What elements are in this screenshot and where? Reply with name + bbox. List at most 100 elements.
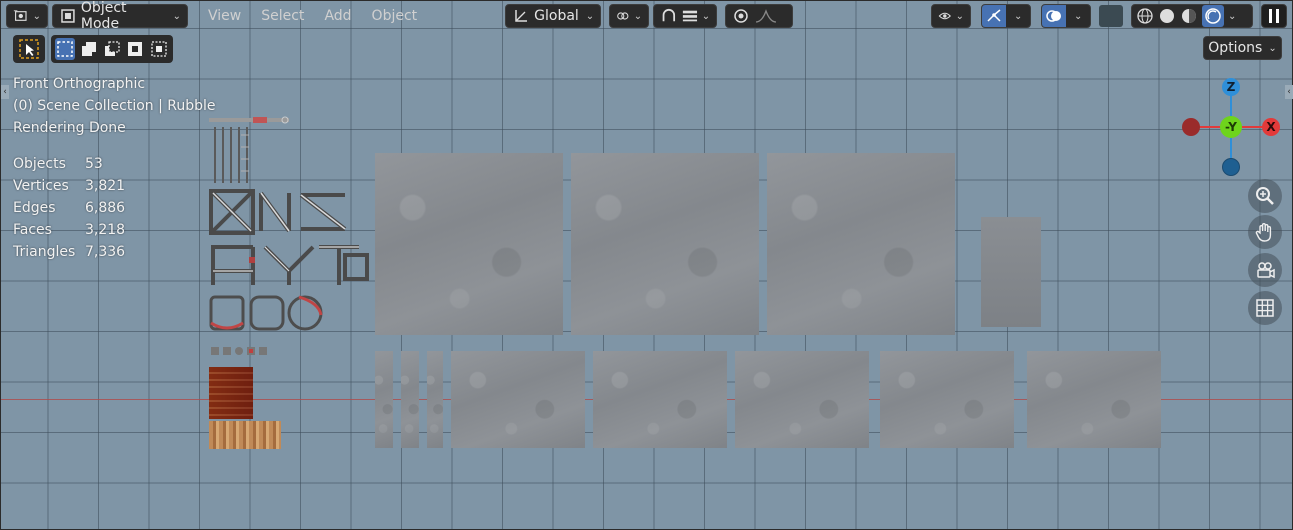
3d-viewport[interactable]: ‹ ‹ Front Orthographic (0) Scene Collect… — [0, 0, 1293, 530]
select-extend-button[interactable] — [78, 38, 98, 60]
snap-dropdown[interactable]: ⌄ — [653, 4, 718, 28]
wood-texture — [209, 421, 281, 449]
gizmo-neg-y-ball[interactable]: -Y — [1220, 116, 1242, 138]
select-extend-icon — [81, 42, 96, 56]
menu-object[interactable]: Object — [364, 4, 426, 28]
stat-value-vertices: 3,821 — [85, 178, 126, 194]
orientation-label: Global — [534, 8, 579, 24]
concrete-plane-3 — [767, 153, 955, 335]
options-label: Options — [1208, 40, 1263, 56]
snap-increment-icon — [682, 10, 697, 22]
grid-icon — [1256, 299, 1274, 317]
proportional-edit-dropdown[interactable] — [725, 4, 794, 28]
select-new-icon — [57, 41, 73, 57]
stat-value-faces: 3,218 — [85, 222, 126, 238]
sidebar-expand-arrow[interactable]: ‹ — [1285, 85, 1293, 99]
xray-toggle[interactable] — [1099, 5, 1123, 27]
concrete-plane-4 — [451, 351, 585, 448]
menu-select[interactable]: Select — [253, 4, 312, 28]
zoom-button[interactable] — [1248, 179, 1282, 213]
object-mode-icon — [61, 9, 75, 23]
editor-type-button[interactable]: ⌄ — [6, 4, 48, 28]
pivot-point-icon — [617, 12, 629, 20]
select-intersect-button[interactable] — [149, 38, 169, 60]
pivot-point-dropdown[interactable]: ⌄ — [609, 4, 650, 28]
pause-render-button[interactable] — [1261, 4, 1287, 28]
shading-mode-group[interactable]: ⌄ — [1131, 4, 1253, 28]
concrete-plane-7 — [880, 351, 1014, 448]
gizmo-toggle[interactable] — [982, 5, 1006, 27]
concrete-plane-5 — [593, 351, 727, 448]
pan-button[interactable] — [1248, 215, 1282, 249]
collection-name: (0) Scene Collection | Rubble — [13, 98, 216, 114]
overlay-toggle[interactable] — [1042, 5, 1066, 27]
material-shading-icon[interactable] — [1180, 7, 1198, 25]
concrete-strip-1 — [375, 351, 393, 448]
gizmo-icon — [987, 9, 1001, 22]
visibility-dropdown[interactable]: ⌄ — [931, 4, 971, 28]
truss-texture-row-2 — [209, 241, 371, 287]
stat-label-triangles: Triangles — [13, 244, 76, 260]
proportional-edit-icon — [734, 9, 748, 23]
object-mode-label: Object Mode — [80, 0, 127, 32]
gizmo-neg-x-ball[interactable] — [1182, 118, 1200, 136]
view-name: Front Orthographic — [13, 76, 146, 92]
pause-icon — [1269, 9, 1279, 23]
menu-view[interactable]: View — [200, 4, 249, 28]
stat-value-objects: 53 — [85, 156, 103, 172]
gizmo-toggle-group[interactable]: ⌄ — [981, 4, 1031, 28]
solid-shading-icon[interactable] — [1158, 7, 1176, 25]
camera-icon — [1257, 262, 1275, 279]
small-parts-texture — [209, 343, 273, 359]
brick-texture — [209, 367, 253, 419]
gizmo-neg-z-ball[interactable] — [1222, 158, 1240, 176]
render-status: Rendering Done — [13, 120, 126, 136]
stat-label-faces: Faces — [13, 222, 52, 238]
trim-sheet-strip — [209, 113, 293, 124]
rendered-shading-icon — [1205, 8, 1221, 24]
concrete-plane-8 — [1027, 351, 1161, 448]
select-invert-button[interactable] — [125, 38, 145, 60]
concrete-strip-3 — [427, 351, 443, 448]
stat-label-objects: Objects — [13, 156, 66, 172]
stat-value-edges: 6,886 — [85, 200, 126, 216]
toolbar-expand-arrow[interactable]: ‹ — [1, 85, 9, 99]
concrete-plane-2 — [571, 153, 759, 335]
stat-label-vertices: Vertices — [13, 178, 69, 194]
select-intersect-icon — [151, 41, 167, 57]
visibility-icon — [938, 12, 951, 20]
concrete-plane-1 — [375, 153, 563, 335]
gizmo-x-ball[interactable]: X — [1262, 118, 1280, 136]
selection-mode-group — [51, 35, 173, 63]
select-subtract-icon — [105, 41, 120, 56]
truss-texture-row-1 — [209, 189, 349, 235]
snap-icon — [662, 9, 676, 22]
concrete-plane-small — [981, 217, 1041, 327]
ortho-toggle-button[interactable] — [1248, 291, 1282, 325]
camera-view-button[interactable] — [1248, 253, 1282, 287]
object-mode-dropdown[interactable]: Object Mode ⌄ — [52, 0, 188, 32]
select-new-button[interactable] — [55, 38, 76, 60]
select-tool-icon — [19, 39, 39, 59]
ring-texture — [209, 293, 325, 333]
active-tool-button[interactable] — [13, 35, 45, 63]
stat-label-edges: Edges — [13, 200, 56, 216]
zoom-icon — [1256, 187, 1274, 205]
falloff-icon — [756, 9, 777, 23]
hand-icon — [1255, 223, 1272, 242]
wireframe-shading-icon[interactable] — [1136, 7, 1154, 25]
rendered-shading-button[interactable] — [1202, 5, 1224, 27]
select-subtract-button[interactable] — [102, 38, 122, 60]
options-dropdown[interactable]: Options ⌄ — [1203, 36, 1282, 60]
tool-settings-row — [13, 35, 173, 63]
transform-orientation-dropdown[interactable]: Global ⌄ — [505, 4, 602, 28]
stat-value-triangles: 7,336 — [85, 244, 126, 260]
overlay-toggle-group[interactable]: ⌄ — [1041, 4, 1091, 28]
select-invert-icon — [128, 42, 143, 56]
menu-add[interactable]: Add — [316, 4, 359, 28]
concrete-plane-6 — [735, 351, 869, 448]
editor-type-icon — [13, 10, 27, 21]
gizmo-z-ball[interactable]: Z — [1222, 78, 1240, 96]
overlay-icon — [1046, 10, 1061, 22]
trim-bars-texture — [211, 127, 251, 183]
